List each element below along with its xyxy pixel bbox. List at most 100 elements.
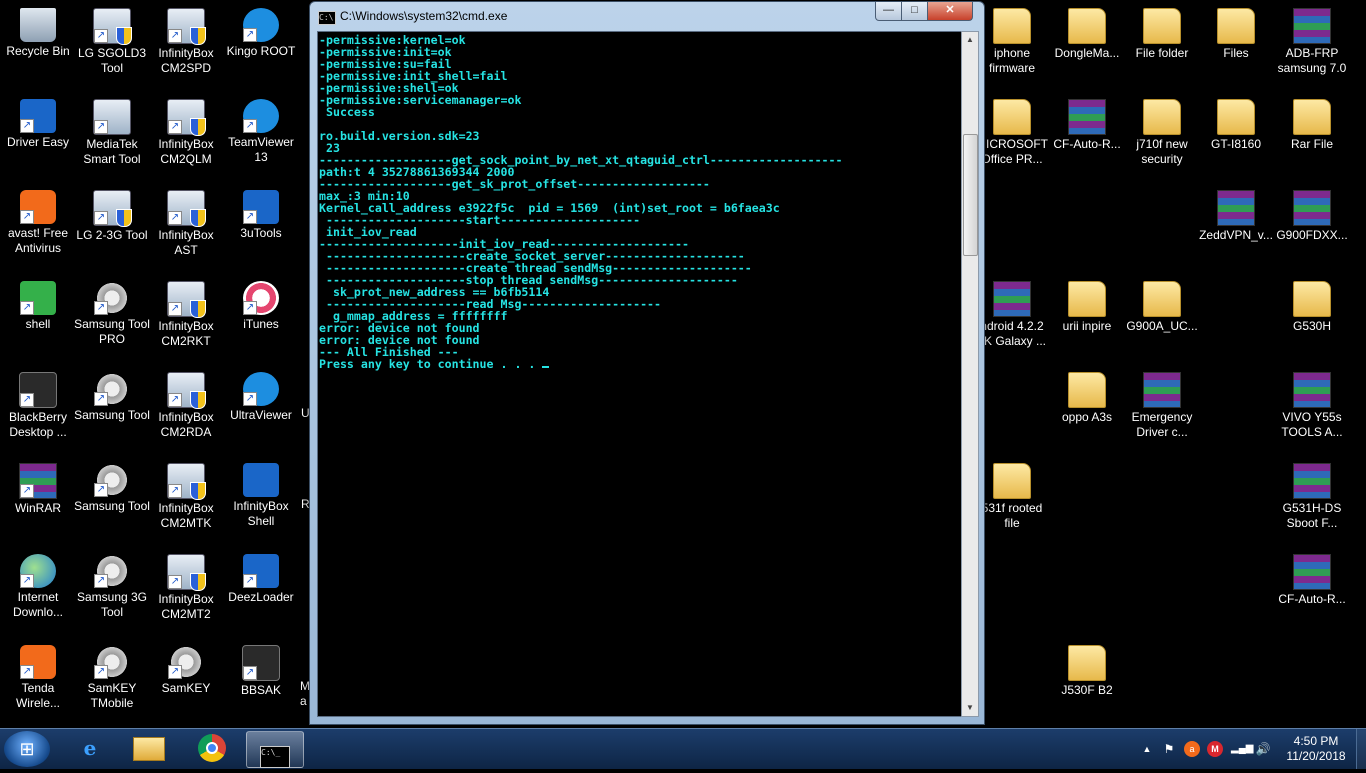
gear-icon (94, 463, 130, 497)
app-shield-icon (167, 372, 206, 409)
tenda-wireless-shortcut[interactable]: Tenda Wirele... (0, 641, 76, 727)
donglema-folder[interactable]: DongleMa... (1049, 4, 1125, 90)
gear-icon (94, 281, 130, 315)
gear-icon (94, 554, 130, 588)
scroll-up-arrow-icon[interactable]: ▲ (962, 32, 978, 48)
files-folder[interactable]: Files (1198, 4, 1274, 90)
ultraviewer-shortcut[interactable]: UltraViewer (223, 368, 299, 454)
clock-time: 4:50 PM (1293, 734, 1339, 748)
infinitybox-cm2mtk-shortcut[interactable]: InfinityBox CM2MTK (148, 459, 224, 545)
folder-icon (1068, 372, 1106, 408)
samkey-shortcut[interactable]: SamKEY (148, 641, 224, 727)
kingo-root-shortcut[interactable]: Kingo ROOT (223, 4, 299, 90)
samsung-tool-shortcut[interactable]: Samsung Tool (74, 368, 150, 454)
minimize-button[interactable]: — (875, 2, 902, 21)
cf-auto-root-archive-2[interactable]: CF-Auto-R... (1274, 550, 1350, 636)
j530f-b2-folder[interactable]: J530F B2 (1049, 641, 1125, 727)
console-line: -------------------get_sk_prot_offset---… (319, 177, 710, 191)
vertical-scrollbar[interactable]: ▲ ▼ (961, 31, 979, 717)
zeddvpn-archive[interactable]: ZeddVPN_v... (1198, 186, 1274, 272)
deezloader-shortcut[interactable]: DeezLoader (223, 550, 299, 636)
folder-icon (1217, 99, 1255, 135)
itunes-shortcut[interactable]: iTunes (223, 277, 299, 363)
g531h-ds-archive[interactable]: G531H-DS Sboot F... (1274, 459, 1350, 545)
samkey-tmobile-shortcut[interactable]: SamKEY TMobile (74, 641, 150, 727)
app-shield-icon (167, 554, 206, 591)
network-signal-icon[interactable]: ▂▄▆ (1231, 741, 1253, 757)
winrar-shortcut[interactable]: WinRAR (0, 459, 76, 545)
console-output[interactable]: -permissive:kernel=ok -permissive:init=ok… (317, 31, 962, 717)
teamviewer-shortcut[interactable]: TeamViewer 13 (223, 95, 299, 181)
clock[interactable]: 4:50 PM 11/20/2018 (1283, 734, 1349, 764)
adb-frp-archive[interactable]: ADB-FRP samsung 7.0 (1274, 4, 1350, 90)
j710f-folder[interactable]: j710f new security (1124, 95, 1200, 181)
infinitybox-cm2mt2-shortcut[interactable]: InfinityBox CM2MT2 (148, 550, 224, 636)
mediatek-smart-tool-shortcut[interactable]: MediaTek Smart Tool (74, 95, 150, 181)
infinitybox-cm2qlm-shortcut[interactable]: InfinityBox CM2QLM (148, 95, 224, 181)
g900fdxx-archive[interactable]: G900FDXX... (1274, 186, 1350, 272)
winrar-icon (19, 463, 57, 499)
samsung-3g-tool-shortcut[interactable]: Samsung 3G Tool (74, 550, 150, 636)
volume-icon[interactable]: 🔊 (1255, 741, 1271, 757)
3utools-shortcut[interactable]: 3uTools (223, 186, 299, 272)
tenda-icon (20, 645, 56, 679)
folder-icon (1293, 281, 1331, 317)
samsung-tool-pro-shortcut[interactable]: Samsung Tool PRO (74, 277, 150, 363)
samsung-tool-2-shortcut[interactable]: Samsung Tool (74, 459, 150, 545)
gear-icon (94, 372, 130, 406)
close-button[interactable]: ✕ (927, 2, 973, 21)
action-center-flag-icon[interactable]: ⚑ (1161, 741, 1177, 757)
lg-sgold3-tool-shortcut[interactable]: LG SGOLD3 Tool (74, 4, 150, 90)
microsoft-office-folder[interactable]: MICROSOFT Office PR... (974, 95, 1050, 181)
g530h-folder[interactable]: G530H (1274, 277, 1350, 363)
start-button[interactable]: ⊞ (4, 731, 50, 767)
taskbar-file-explorer[interactable] (121, 731, 177, 766)
driver-easy-shortcut[interactable]: Driver Easy (0, 95, 76, 181)
infinitybox-ast-shortcut[interactable]: InfinityBox AST (148, 186, 224, 272)
winrar-archive-icon (993, 281, 1031, 317)
avast-shortcut[interactable]: avast! Free Antivirus (0, 186, 76, 272)
console-line: -permissive:servicemanager=ok (319, 93, 522, 107)
folder-icon (993, 8, 1031, 44)
taskbar-cmd[interactable]: C:\_ (246, 731, 304, 768)
show-hidden-icons-icon[interactable]: ▲ (1139, 741, 1155, 757)
urii-inpire-folder[interactable]: urii inpire (1049, 277, 1125, 363)
vivo-y55s-archive[interactable]: VIVO Y55s TOOLS A... (1274, 368, 1350, 454)
infinitybox-cm2rda-shortcut[interactable]: InfinityBox CM2RDA (148, 368, 224, 454)
infinitybox-cm2spd-shortcut[interactable]: InfinityBox CM2SPD (148, 4, 224, 90)
mega-tray-icon[interactable]: M (1207, 741, 1223, 757)
app-shield-icon (93, 8, 132, 45)
scroll-thumb[interactable] (963, 134, 978, 256)
rar-file-folder[interactable]: Rar File (1274, 95, 1350, 181)
folder-icon (1143, 99, 1181, 135)
android-422-archive[interactable]: ndroid 4.2.2 JK Galaxy ... (974, 277, 1050, 363)
kingo-root-icon (243, 8, 279, 42)
bbsak-shortcut[interactable]: BBSAK (223, 641, 299, 727)
taskbar-chrome[interactable] (184, 731, 240, 766)
winrar-archive-icon (1293, 372, 1331, 408)
g900a-folder[interactable]: G900A_UC... (1124, 277, 1200, 363)
cmd-window[interactable]: C:\ C:\Windows\system32\cmd.exe — □ ✕ -p… (309, 1, 985, 725)
oppo-a3s-folder[interactable]: oppo A3s (1049, 368, 1125, 454)
shell-shortcut[interactable]: shell (0, 277, 76, 363)
lg-2-3g-tool-shortcut[interactable]: LG 2-3G Tool (74, 186, 150, 272)
infinitybox-shell-shortcut[interactable]: InfinityBox Shell (223, 459, 299, 545)
chrome-icon (198, 734, 226, 762)
file-folder[interactable]: File folder (1124, 4, 1200, 90)
internet-download-icon (20, 554, 56, 588)
emergency-driver-archive[interactable]: Emergency Driver c... (1124, 368, 1200, 454)
taskbar-internet-explorer[interactable]: e (62, 731, 118, 766)
window-titlebar[interactable]: C:\ C:\Windows\system32\cmd.exe — □ ✕ (310, 2, 984, 30)
infinitybox-cm2rkt-shortcut[interactable]: InfinityBox CM2RKT (148, 277, 224, 363)
avast-tray-icon[interactable]: a (1184, 741, 1200, 757)
gt-i8160-folder[interactable]: GT-I8160 (1198, 95, 1274, 181)
cf-auto-root-archive[interactable]: CF-Auto-R... (1049, 95, 1125, 181)
maximize-button[interactable]: □ (901, 2, 928, 21)
scroll-down-arrow-icon[interactable]: ▼ (962, 700, 978, 716)
iphone-firmware-folder[interactable]: iphone firmware (974, 4, 1050, 90)
show-desktop-button[interactable] (1356, 729, 1366, 769)
531f-rooted-folder[interactable]: 531f rooted file (974, 459, 1050, 545)
recycle-bin-shortcut[interactable]: Recycle Bin (0, 4, 76, 90)
internet-download-manager-shortcut[interactable]: Internet Downlo... (0, 550, 76, 636)
blackberry-desktop-shortcut[interactable]: BlackBerry Desktop ... (0, 368, 76, 454)
